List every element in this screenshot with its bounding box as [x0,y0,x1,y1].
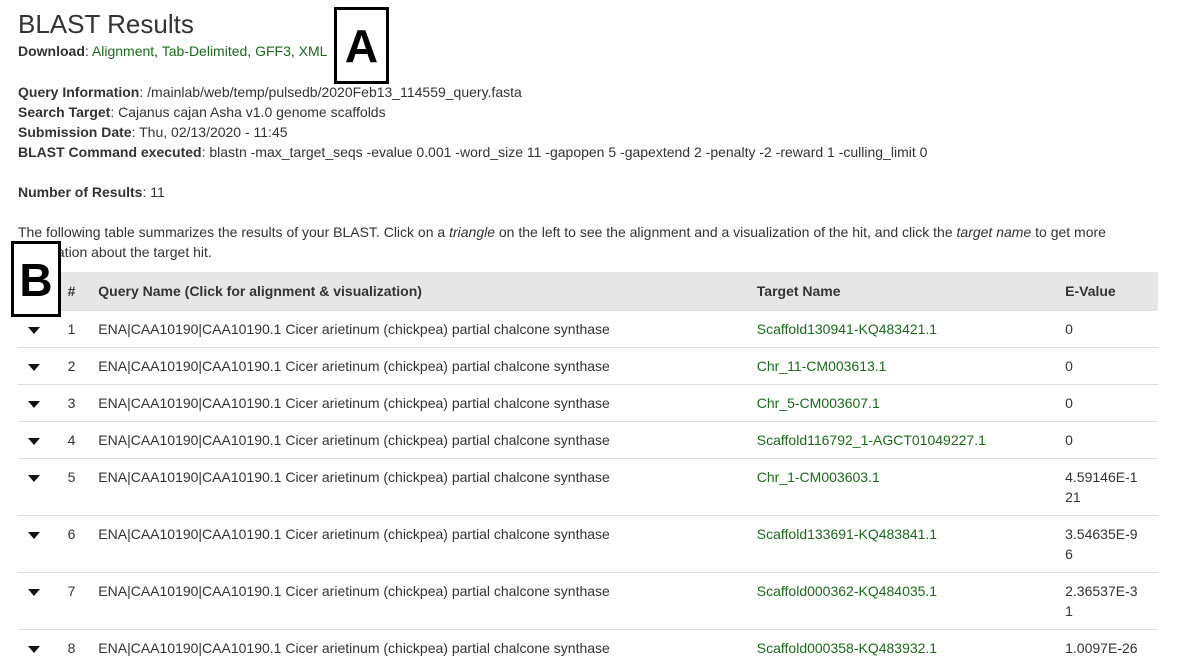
row-query-name: ENA|CAA10190|CAA10190.1 Cicer arietinum … [98,346,757,384]
table-row: 6 ENA|CAA10190|CAA10190.1 Cicer arietinu… [18,514,1158,572]
row-num: 1 [67,309,99,347]
row-target-link[interactable]: Chr_11-CM003613.1 [757,358,887,374]
expand-triangle-icon[interactable] [28,326,40,334]
table-row: 4 ENA|CAA10190|CAA10190.1 Cicer arietinu… [18,420,1158,458]
table-row: 7 ENA|CAA10190|CAA10190.1 Cicer arietinu… [18,571,1158,629]
query-info-label: Query Information [18,84,140,100]
blast-command-label: BLAST Command executed [18,144,202,160]
download-xml-link[interactable]: XML [299,43,328,59]
row-evalue: 0 [1065,357,1073,374]
row-query-name: ENA|CAA10190|CAA10190.1 Cicer arietinum … [98,457,757,515]
row-num: 6 [67,514,99,572]
row-evalue: 4.59146E-121 [1065,468,1138,505]
row-num: 5 [67,457,99,515]
download-tab-delimited-link[interactable]: Tab-Delimited [162,43,248,59]
download-label: Download [18,43,85,59]
table-row: 8 ENA|CAA10190|CAA10190.1 Cicer arietinu… [18,628,1158,666]
header-evalue: E-Value [1065,282,1116,299]
expand-triangle-icon[interactable] [28,588,40,596]
search-target-line: Search Target: Cajanus cajan Asha v1.0 g… [18,104,386,120]
row-evalue: 3.54635E-96 [1065,525,1138,562]
row-evalue: 0 [1065,431,1073,448]
row-target-link[interactable]: Scaffold000362-KQ484035.1 [757,583,937,599]
row-target-link[interactable]: Scaffold130941-KQ483421.1 [757,321,937,337]
expand-triangle-icon[interactable] [28,437,40,445]
table-row: 2 ENA|CAA10190|CAA10190.1 Cicer arietinu… [18,346,1158,384]
expand-triangle-icon[interactable] [28,400,40,408]
row-query-name: ENA|CAA10190|CAA10190.1 Cicer arietinum … [98,628,757,666]
row-query-name: ENA|CAA10190|CAA10190.1 Cicer arietinum … [98,309,757,347]
row-num: 3 [67,383,99,421]
blast-command-line: BLAST Command executed: blastn -max_targ… [18,144,928,160]
submission-date-value: Thu, 02/13/2020 - 11:45 [139,124,288,140]
row-target-link[interactable]: Scaffold116792_1-AGCT01049227.1 [757,432,986,448]
row-query-name: ENA|CAA10190|CAA10190.1 Cicer arietinum … [98,514,757,572]
results-table: # Query Name (Click for alignment & visu… [18,272,1158,666]
row-num: 7 [67,571,99,629]
row-target-link[interactable]: Chr_5-CM003607.1 [757,395,880,411]
annotation-label-b: B [11,241,61,317]
expand-triangle-icon[interactable] [28,531,40,539]
description-em-triangle: triangle [449,224,495,240]
results-table-header: # Query Name (Click for alignment & visu… [18,272,1158,310]
results-table-body: 1 ENA|CAA10190|CAA10190.1 Cicer arietinu… [18,309,1158,666]
description-text-2: on the left to see the alignment and a v… [495,224,957,240]
expand-triangle-icon[interactable] [28,645,40,653]
submission-date-line: Submission Date: Thu, 02/13/2020 - 11:45 [18,124,288,140]
row-num: 8 [67,628,99,666]
header-num: # [67,282,76,299]
row-evalue: 0 [1065,394,1073,411]
description-text-1: The following table summarizes the resul… [18,224,450,240]
num-results-label: Number of Results [18,184,143,200]
search-target-label: Search Target [18,104,111,120]
table-row: 1 ENA|CAA10190|CAA10190.1 Cicer arietinu… [18,309,1158,347]
download-alignment-link[interactable]: Alignment [92,43,154,59]
expand-triangle-icon[interactable] [28,474,40,482]
row-target-link[interactable]: Chr_1-CM003603.1 [757,469,880,485]
row-target-link[interactable]: Scaffold133691-KQ483841.1 [757,526,937,542]
table-row: 3 ENA|CAA10190|CAA10190.1 Cicer arietinu… [18,383,1158,421]
page-title: BLAST Results [18,9,194,39]
description-em-target-name: target name [956,224,1032,240]
query-info-value: /mainlab/web/temp/pulsedb/2020Feb13_1145… [147,84,522,100]
search-target-value: Cajanus cajan Asha v1.0 genome scaffolds [118,104,386,120]
row-evalue: 0 [1065,320,1073,337]
num-results-value: 11 [150,184,165,200]
expand-triangle-icon[interactable] [28,363,40,371]
row-target-link[interactable]: Scaffold000358-KQ483932.1 [757,640,937,656]
header-query-name: Query Name (Click for alignment & visual… [98,282,422,299]
num-results-line: Number of Results: 11 [18,184,165,200]
results-description: The following table summarizes the resul… [18,222,1128,262]
row-num: 4 [67,420,99,458]
query-info-line: Query Information: /mainlab/web/temp/pul… [18,84,522,100]
submission-date-label: Submission Date [18,124,132,140]
row-query-name: ENA|CAA10190|CAA10190.1 Cicer arietinum … [98,383,757,421]
blast-command-value: blastn -max_target_seqs -evalue 0.001 -w… [209,144,928,160]
annotation-label-a: A [334,7,389,84]
row-evalue: 2.36537E-31 [1065,582,1138,619]
table-row: 5 ENA|CAA10190|CAA10190.1 Cicer arietinu… [18,457,1158,515]
row-num: 2 [67,346,99,384]
download-line: Download: Alignment, Tab-Delimited, GFF3… [18,43,328,59]
download-gff3-link[interactable]: GFF3 [255,43,291,59]
header-target-name: Target Name [756,282,841,299]
row-query-name: ENA|CAA10190|CAA10190.1 Cicer arietinum … [98,571,757,629]
row-evalue: 1.0097E-26 [1065,639,1138,656]
row-query-name: ENA|CAA10190|CAA10190.1 Cicer arietinum … [98,420,757,458]
